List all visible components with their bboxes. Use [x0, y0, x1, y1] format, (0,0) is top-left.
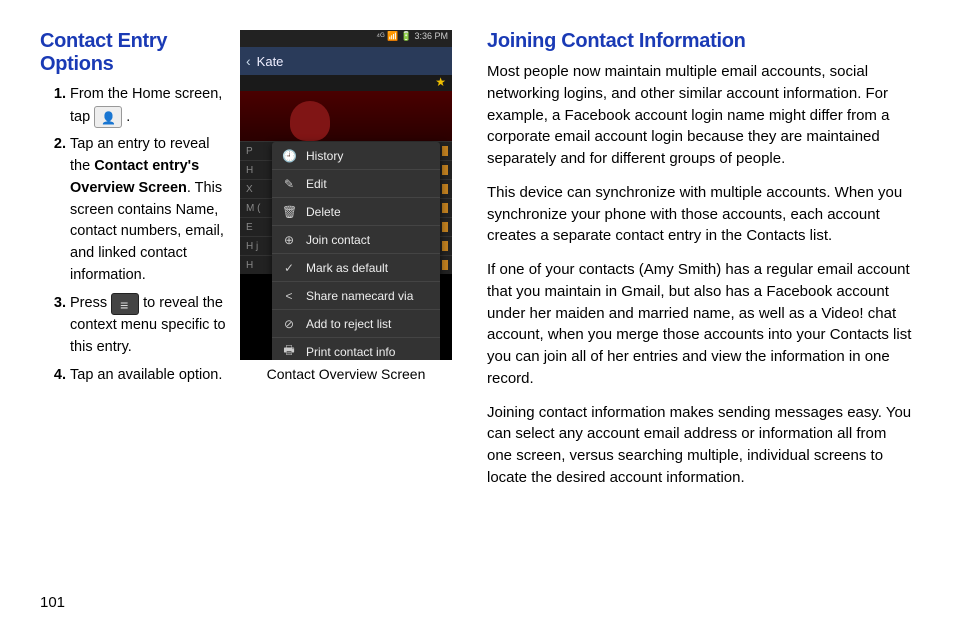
screenshot-caption: Contact Overview Screen: [240, 366, 452, 382]
menu-item-add-reject[interactable]: ⊘ Add to reject list: [272, 310, 440, 338]
phone-status-bar: ⁴ᴳ 📶 🔋 3:36 PM: [240, 30, 452, 47]
menu-label: Add to reject list: [306, 317, 391, 331]
para-3: If one of your contacts (Amy Smith) has …: [487, 259, 914, 390]
para-1: Most people now maintain multiple email …: [487, 61, 914, 170]
step-4: Tap an available option.: [70, 365, 230, 387]
contacts-icon: [94, 106, 122, 128]
steps-list: From the Home screen, tap . Tap an entry…: [40, 84, 230, 386]
delete-icon: 🗑: [282, 205, 296, 219]
menu-item-mark-default[interactable]: ✓ Mark as default: [272, 254, 440, 282]
menu-label: History: [306, 149, 343, 163]
heading-contact-entry-options: Contact Entry Options: [40, 30, 230, 76]
para-4: Joining contact information makes sendin…: [487, 402, 914, 489]
step-1-text-b: .: [126, 109, 130, 125]
reject-icon: ⊘: [282, 317, 296, 331]
menu-item-join-contact[interactable]: ⊕ Join contact: [272, 226, 440, 254]
menu-item-delete[interactable]: 🗑 Delete: [272, 198, 440, 226]
history-icon: 🕘: [282, 149, 296, 163]
contact-name: Kate: [257, 54, 284, 69]
menu-item-share-namecard[interactable]: < Share namecard via: [272, 282, 440, 310]
menu-item-history[interactable]: 🕘 History: [272, 142, 440, 170]
step-1-text-a: From the Home screen, tap: [70, 86, 222, 125]
menu-label: Mark as default: [306, 261, 388, 275]
contact-photo: [240, 91, 452, 141]
phone-header: ‹ Kate: [240, 47, 452, 75]
join-icon: ⊕: [282, 233, 296, 247]
status-time: 3:36 PM: [414, 31, 448, 41]
menu-label: Print contact info: [306, 345, 395, 359]
menu-label: Share namecard via: [306, 289, 413, 303]
step-2: Tap an entry to reveal the Contact entry…: [70, 134, 230, 286]
check-icon: ✓: [282, 261, 296, 275]
step-3: Press to reveal the context menu specifi…: [70, 293, 230, 359]
step-3-text-a: Press: [70, 295, 111, 311]
favorite-star-row: ★: [240, 75, 452, 91]
context-menu: 🕘 History ✎ Edit 🗑 Delete ⊕ Join contact ✓ Ma…: [272, 142, 440, 360]
page-number: 101: [40, 594, 65, 611]
menu-item-print[interactable]: 🖶 Print contact info: [272, 338, 440, 360]
share-icon: <: [282, 289, 296, 303]
menu-key-icon: [111, 293, 139, 315]
contact-overview-screenshot: ⁴ᴳ 📶 🔋 3:36 PM ‹ Kate ★ P H X M ( E H j …: [240, 30, 452, 360]
print-icon: 🖶: [282, 341, 296, 360]
para-2: This device can synchronize with multipl…: [487, 182, 914, 247]
heading-joining-contact-info: Joining Contact Information: [487, 30, 914, 53]
step-4-text: Tap an available option.: [70, 367, 222, 383]
menu-label: Delete: [306, 205, 341, 219]
menu-label: Join contact: [306, 233, 370, 247]
menu-item-edit[interactable]: ✎ Edit: [272, 170, 440, 198]
status-icons: ⁴ᴳ 📶 🔋: [376, 31, 412, 41]
step-1: From the Home screen, tap .: [70, 84, 230, 128]
back-chevron-icon: ‹: [246, 53, 251, 69]
edit-icon: ✎: [282, 177, 296, 191]
menu-label: Edit: [306, 177, 327, 191]
